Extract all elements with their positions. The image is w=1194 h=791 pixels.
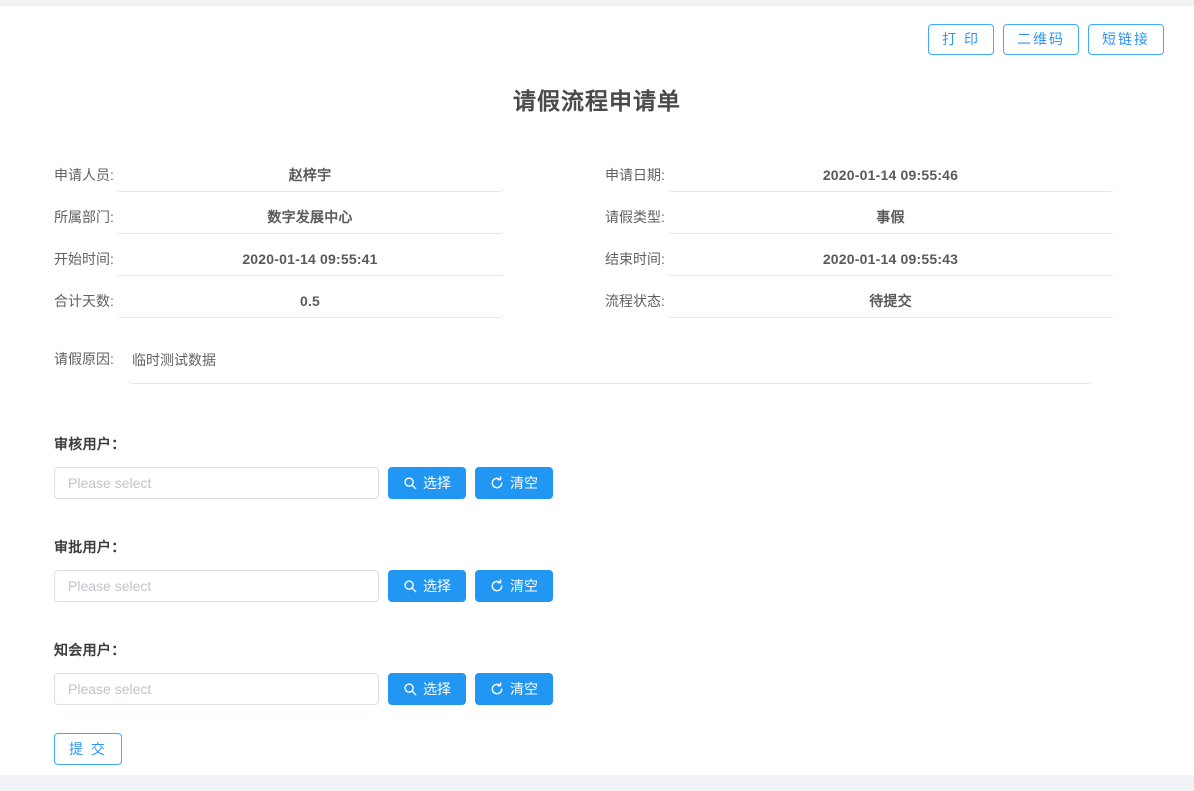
field-applicant: 申请人员: 赵梓宇: [54, 158, 504, 200]
approver-user-label: 审批用户：: [54, 537, 553, 557]
field-process-status-label: 流程状态:: [605, 284, 667, 318]
field-start-time-value-wrap: 2020-01-14 09:55:41: [116, 242, 504, 276]
reviewer-user-controls: 选择 清空: [54, 467, 553, 499]
field-leave-type-label: 请假类型:: [605, 200, 667, 234]
field-end-time-value-wrap: 2020-01-14 09:55:43: [667, 242, 1114, 276]
approver-user-block: 审批用户： 选择: [54, 537, 553, 602]
reviewer-user-select-button[interactable]: 选择: [388, 467, 466, 499]
shortlink-button[interactable]: 短链接: [1088, 24, 1164, 55]
reviewer-user-input[interactable]: [54, 467, 379, 499]
reviewer-user-select-label: 选择: [423, 473, 451, 493]
refresh-icon: [490, 476, 504, 490]
field-applicant-value: 赵梓宇: [289, 165, 332, 185]
approver-user-clear-label: 清空: [510, 576, 538, 596]
approver-user-input[interactable]: [54, 570, 379, 602]
field-start-time-label: 开始时间:: [54, 242, 116, 276]
approver-user-select-button[interactable]: 选择: [388, 570, 466, 602]
print-button[interactable]: 打 印: [928, 24, 994, 55]
search-icon: [403, 579, 417, 593]
status-badge: 待提交: [869, 291, 912, 311]
reviewer-user-clear-label: 清空: [510, 473, 538, 493]
field-leave-type-value-wrap: 事假: [667, 200, 1114, 234]
approver-user-clear-button[interactable]: 清空: [475, 570, 553, 602]
reviewer-user-label: 审核用户：: [54, 434, 553, 454]
field-process-status-value-wrap: 待提交: [667, 284, 1114, 318]
refresh-icon: [490, 579, 504, 593]
page-title: 请假流程申请单: [0, 82, 1194, 116]
notify-user-clear-label: 清空: [510, 679, 538, 699]
field-leave-reason-value: 临时测试数据: [132, 350, 216, 370]
info-grid: 申请人员: 赵梓宇 申请日期: 2020-01-14 09:55:46 所属部门…: [54, 158, 1114, 326]
notify-user-select-label: 选择: [423, 679, 451, 699]
field-total-days-label: 合计天数:: [54, 284, 116, 318]
search-icon: [403, 682, 417, 696]
field-leave-reason-label: 请假原因:: [54, 342, 128, 376]
notify-user-input[interactable]: [54, 673, 379, 705]
top-action-bar: 打 印 二维码 短链接: [928, 24, 1164, 55]
field-end-time-label: 结束时间:: [605, 242, 667, 276]
field-leave-reason: 请假原因: 临时测试数据: [54, 342, 1092, 384]
field-start-time-value: 2020-01-14 09:55:41: [242, 251, 377, 267]
field-department-value: 数字发展中心: [267, 207, 352, 227]
field-department-label: 所属部门:: [54, 200, 116, 234]
notify-user-controls: 选择 清空: [54, 673, 553, 705]
notify-user-clear-button[interactable]: 清空: [475, 673, 553, 705]
approver-user-select-label: 选择: [423, 576, 451, 596]
field-department-value-wrap: 数字发展中心: [116, 200, 504, 234]
field-applicant-value-wrap: 赵梓宇: [116, 158, 504, 192]
field-apply-date-value: 2020-01-14 09:55:46: [823, 167, 958, 183]
approver-user-controls: 选择 清空: [54, 570, 553, 602]
field-applicant-label: 申请人员:: [54, 158, 116, 192]
field-total-days: 合计天数: 0.5: [54, 284, 504, 326]
refresh-icon: [490, 682, 504, 696]
field-end-time-value: 2020-01-14 09:55:43: [823, 251, 958, 267]
field-total-days-value-wrap: 0.5: [116, 284, 504, 318]
notify-user-label: 知会用户：: [54, 640, 553, 660]
field-apply-date-value-wrap: 2020-01-14 09:55:46: [667, 158, 1114, 192]
reviewer-user-clear-button[interactable]: 清空: [475, 467, 553, 499]
field-department: 所属部门: 数字发展中心: [54, 200, 504, 242]
notify-user-select-button[interactable]: 选择: [388, 673, 466, 705]
field-total-days-value: 0.5: [300, 293, 320, 309]
field-start-time: 开始时间: 2020-01-14 09:55:41: [54, 242, 504, 284]
field-process-status: 流程状态: 待提交: [605, 284, 1114, 326]
form-sheet: 打 印 二维码 短链接 请假流程申请单 申请人员: 赵梓宇 申请日期: 2020…: [0, 6, 1194, 775]
field-apply-date-label: 申请日期:: [605, 158, 667, 192]
field-apply-date: 申请日期: 2020-01-14 09:55:46: [605, 158, 1114, 200]
search-icon: [403, 476, 417, 490]
qrcode-button[interactable]: 二维码: [1003, 24, 1079, 55]
field-end-time: 结束时间: 2020-01-14 09:55:43: [605, 242, 1114, 284]
submit-button[interactable]: 提 交: [54, 733, 122, 765]
field-leave-type: 请假类型: 事假: [605, 200, 1114, 242]
notify-user-block: 知会用户： 选择: [54, 640, 553, 705]
field-leave-type-value: 事假: [876, 207, 904, 227]
field-leave-reason-value-wrap: 临时测试数据: [128, 342, 1092, 384]
page-root: 打 印 二维码 短链接 请假流程申请单 申请人员: 赵梓宇 申请日期: 2020…: [0, 0, 1194, 791]
reviewer-user-block: 审核用户： 选择: [54, 434, 553, 499]
